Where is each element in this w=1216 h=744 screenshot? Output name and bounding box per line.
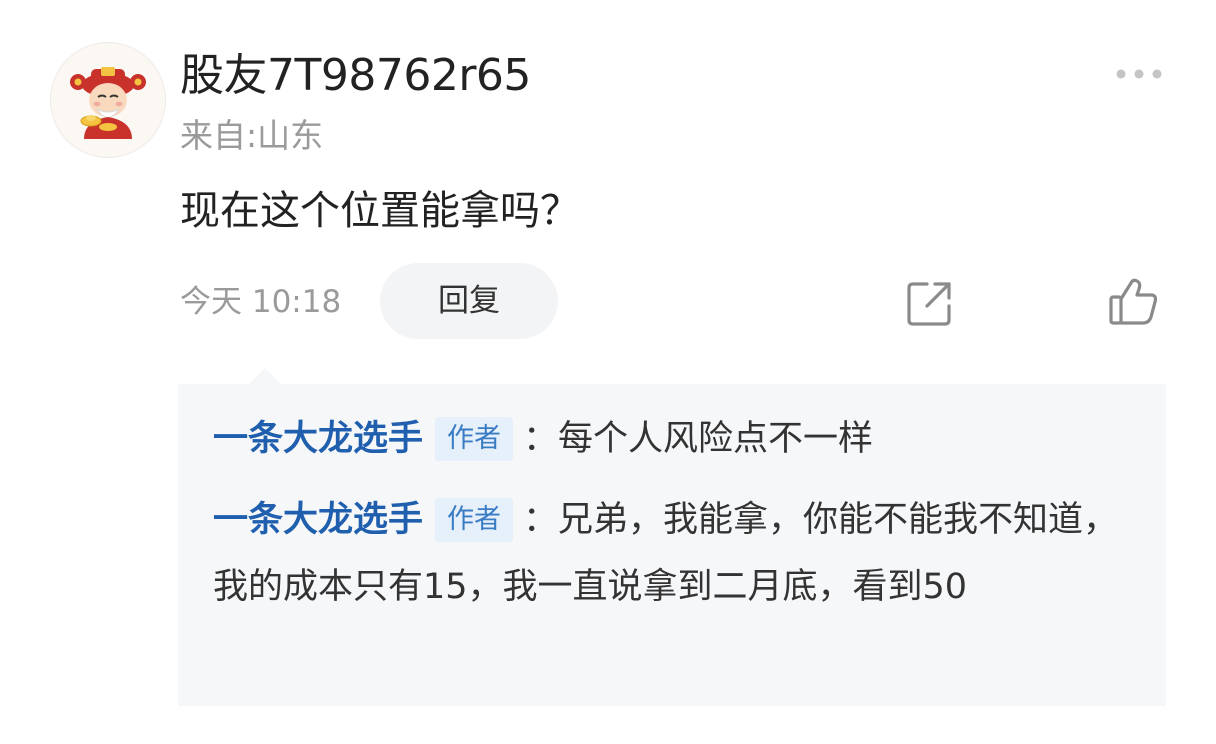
reply-separator: ： — [523, 419, 559, 459]
reply-separator: ： — [523, 500, 559, 540]
username[interactable]: 股友7T98762r65 — [180, 50, 531, 102]
avatar[interactable] — [50, 42, 166, 158]
more-dots-icon[interactable] — [1112, 62, 1166, 86]
thumbs-up-icon[interactable] — [1107, 275, 1161, 329]
reply-text: 每个人风险点不一样 — [558, 419, 874, 459]
reply-item: 一条大龙选手 作者 ：兄弟，我能拿，你能不能我不知道，我的成本只有15，我一直说拿到… — [213, 487, 1148, 621]
reply-button[interactable]: 回复 — [380, 263, 558, 339]
fortune-god-avatar-icon — [70, 67, 146, 139]
comment-timestamp: 今天 10:18 — [180, 284, 342, 320]
author-badge: 作者 — [435, 498, 514, 542]
user-location: 来自:山东 — [180, 116, 324, 155]
reply-item: 一条大龙选手 作者 ：每个人风险点不一样 — [213, 406, 1148, 473]
comment-text: 现在这个位置能拿吗？ — [180, 188, 580, 234]
reply-box-pointer — [248, 368, 282, 385]
author-badge: 作者 — [435, 417, 514, 461]
reply-author-name[interactable]: 一条大龙选手 — [213, 419, 423, 459]
replies-container: 一条大龙选手 作者 ：每个人风险点不一样 一条大龙选手 作者 ：兄弟，我能拿，你能不能我… — [178, 384, 1166, 706]
reply-author-name[interactable]: 一条大龙选手 — [213, 500, 423, 540]
share-icon[interactable] — [905, 278, 955, 328]
